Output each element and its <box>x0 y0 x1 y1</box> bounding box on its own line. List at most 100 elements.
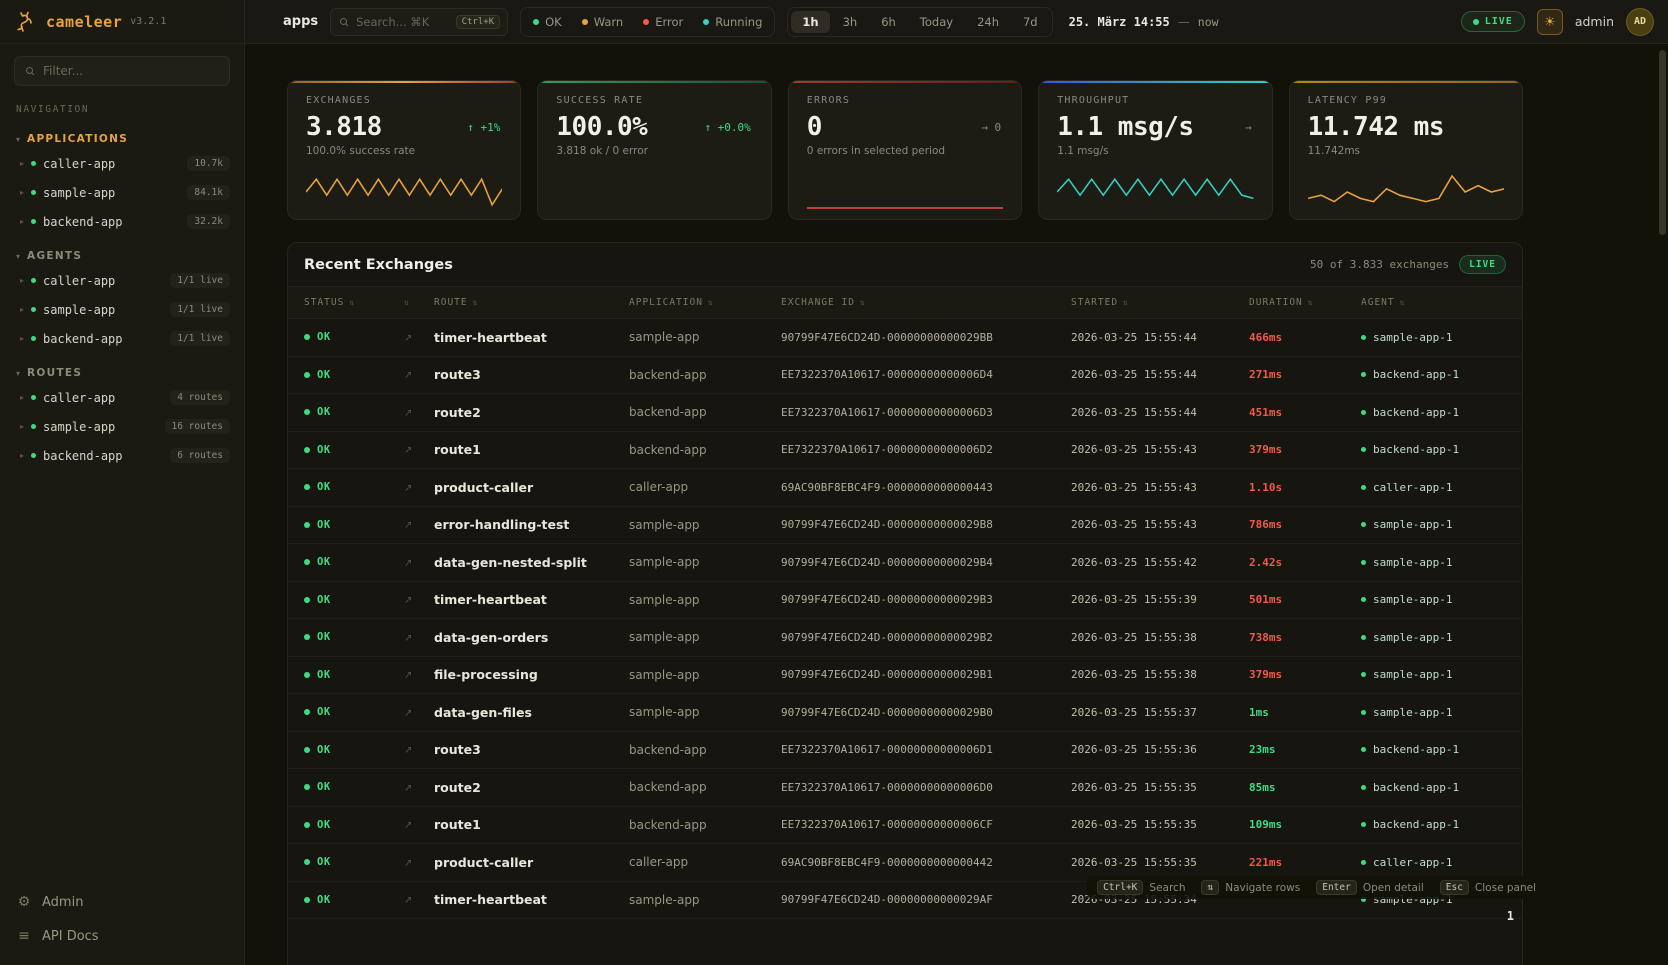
card-value: 100.0% <box>556 112 647 142</box>
status-filter-running[interactable]: Running <box>694 11 771 33</box>
keyboard-hints: Ctrl+KSearch⇅Navigate rowsEnterOpen deta… <box>1087 876 1546 899</box>
open-exchange-icon[interactable]: ↗ <box>404 558 412 569</box>
table-row[interactable]: OK↗route3backend-appEE7322370A10617-0000… <box>288 732 1522 770</box>
open-exchange-icon[interactable]: ↗ <box>404 520 412 531</box>
open-exchange-icon[interactable]: ↗ <box>404 408 412 419</box>
column-header-agent[interactable]: AGENT⇅ <box>1361 297 1506 308</box>
open-exchange-icon[interactable]: ↗ <box>404 333 412 344</box>
table-row[interactable]: OK↗error-handling-testsample-app90799F47… <box>288 507 1522 545</box>
column-header-route[interactable]: ROUTE⇅ <box>434 297 629 308</box>
column-label: STARTED <box>1071 297 1118 308</box>
status-filter-group: OKWarnErrorRunning <box>520 7 775 37</box>
table-row[interactable]: OK↗file-processingsample-app90799F47E6CD… <box>288 657 1522 695</box>
row-action-cell: ↗ <box>404 817 434 832</box>
table-row[interactable]: OK↗timer-heartbeatsample-app90799F47E6CD… <box>288 582 1522 620</box>
card-value-row: 0→ 0 <box>807 112 1003 142</box>
sidebar-item-backend-app[interactable]: ▸backend-app6 routes <box>0 441 244 470</box>
sidebar-footer-admin[interactable]: ⚙Admin <box>0 885 244 919</box>
global-search[interactable]: Ctrl+K <box>330 8 508 36</box>
column-header-icon[interactable]: ⇅ <box>404 298 434 307</box>
open-exchange-icon[interactable]: ↗ <box>404 445 412 456</box>
open-exchange-icon[interactable]: ↗ <box>404 745 412 756</box>
duration-value: 109ms <box>1249 818 1361 831</box>
time-range-1h[interactable]: 1h <box>791 11 829 33</box>
started-timestamp: 2026-03-25 15:55:35 <box>1071 856 1249 869</box>
status-label: OK <box>317 894 331 906</box>
column-header-status[interactable]: STATUS⇅ <box>304 297 404 308</box>
sidebar-filter[interactable] <box>14 56 230 86</box>
open-exchange-icon[interactable]: ↗ <box>404 670 412 681</box>
table-row[interactable]: OK↗route1backend-appEE7322370A10617-0000… <box>288 807 1522 845</box>
status-cell: OK <box>304 556 404 568</box>
theme-toggle-button[interactable]: ☀ <box>1537 9 1563 35</box>
table-row[interactable]: OK↗data-gen-nested-splitsample-app90799F… <box>288 544 1522 582</box>
status-ok-dot <box>304 559 310 565</box>
filter-input[interactable] <box>43 64 220 78</box>
scrollbar-thumb[interactable] <box>1659 50 1666 235</box>
sidebar-item-backend-app[interactable]: ▸backend-app1/1 live <box>0 324 244 353</box>
status-dot <box>31 453 36 458</box>
status-filter-error[interactable]: Error <box>634 11 692 33</box>
column-header-exchange-id[interactable]: EXCHANGE ID⇅ <box>781 297 1071 308</box>
open-exchange-icon[interactable]: ↗ <box>404 633 412 644</box>
status-cell: OK <box>304 781 404 793</box>
application-name: backend-app <box>629 780 781 794</box>
table-row[interactable]: OK↗route3backend-appEE7322370A10617-0000… <box>288 357 1522 395</box>
open-exchange-icon[interactable]: ↗ <box>404 858 412 869</box>
sparkline-chart <box>1308 170 1504 210</box>
section-header-routes[interactable]: ▾ROUTES <box>0 363 244 383</box>
status-filter-warn[interactable]: Warn <box>573 11 633 33</box>
sparkline-chart <box>1057 170 1253 210</box>
sidebar-item-sample-app[interactable]: ▸sample-app84.1k <box>0 178 244 207</box>
table-row[interactable]: OK↗route2backend-appEE7322370A10617-0000… <box>288 394 1522 432</box>
column-label: DURATION <box>1249 297 1303 308</box>
table-row[interactable]: OK↗data-gen-filessample-app90799F47E6CD2… <box>288 694 1522 732</box>
sidebar-item-caller-app[interactable]: ▸caller-app1/1 live <box>0 266 244 295</box>
sidebar-item-sample-app[interactable]: ▸sample-app1/1 live <box>0 295 244 324</box>
pagination-page[interactable]: 1 <box>1507 909 1514 923</box>
table-row[interactable]: OK↗route1backend-appEE7322370A10617-0000… <box>288 432 1522 470</box>
time-range-today[interactable]: Today <box>909 11 964 33</box>
sidebar-footer-api-docs[interactable]: ≡API Docs <box>0 919 244 953</box>
table-row[interactable]: OK↗route2backend-appEE7322370A10617-0000… <box>288 769 1522 807</box>
status-cell: OK <box>304 706 404 718</box>
sidebar-item-caller-app[interactable]: ▸caller-app4 routes <box>0 383 244 412</box>
open-exchange-icon[interactable]: ↗ <box>404 708 412 719</box>
open-exchange-icon[interactable]: ↗ <box>404 370 412 381</box>
item-label: sample-app <box>43 303 115 317</box>
status-cell: OK <box>304 669 404 681</box>
search-input[interactable] <box>356 15 449 29</box>
column-header-started[interactable]: STARTED⇅ <box>1071 297 1249 308</box>
time-range-24h[interactable]: 24h <box>966 11 1010 33</box>
section-header-applications[interactable]: ▾APPLICATIONS <box>0 129 244 149</box>
time-range-6h[interactable]: 6h <box>870 11 907 33</box>
sidebar-item-caller-app[interactable]: ▸caller-app10.7k <box>0 149 244 178</box>
status-filter-ok[interactable]: OK <box>524 11 571 33</box>
date-now-label: now <box>1198 15 1219 29</box>
hint-label: Open detail <box>1363 882 1424 894</box>
time-range-7d[interactable]: 7d <box>1012 11 1049 33</box>
live-status-dot <box>1473 19 1479 25</box>
agent-name: sample-app-1 <box>1373 556 1452 569</box>
open-exchange-icon[interactable]: ↗ <box>404 483 412 494</box>
live-toggle[interactable]: LIVE <box>1461 11 1525 32</box>
column-header-application[interactable]: APPLICATION⇅ <box>629 297 781 308</box>
avatar[interactable]: AD <box>1626 8 1654 36</box>
section-header-agents[interactable]: ▾AGENTS <box>0 246 244 266</box>
table-row[interactable]: OK↗data-gen-orderssample-app90799F47E6CD… <box>288 619 1522 657</box>
open-exchange-icon[interactable]: ↗ <box>404 820 412 831</box>
table-row[interactable]: OK↗timer-heartbeatsample-app90799F47E6CD… <box>288 319 1522 357</box>
agent-name: backend-app-1 <box>1373 443 1459 456</box>
table-row[interactable]: OK↗product-callercaller-app69AC90BF8EBC4… <box>288 469 1522 507</box>
stat-card-success-rate: SUCCESS RATE100.0%↑ +0.0%3.818 ok / 0 er… <box>537 80 771 220</box>
card-title: EXCHANGES <box>306 95 502 106</box>
sidebar-item-backend-app[interactable]: ▸backend-app32.2k <box>0 207 244 236</box>
open-exchange-icon[interactable]: ↗ <box>404 595 412 606</box>
status-label: OK <box>317 556 331 568</box>
status-label: OK <box>317 744 331 756</box>
open-exchange-icon[interactable]: ↗ <box>404 783 412 794</box>
time-range-3h[interactable]: 3h <box>832 11 869 33</box>
sidebar-item-sample-app[interactable]: ▸sample-app16 routes <box>0 412 244 441</box>
column-header-duration[interactable]: DURATION⇅ <box>1249 297 1361 308</box>
open-exchange-icon[interactable]: ↗ <box>404 895 412 906</box>
